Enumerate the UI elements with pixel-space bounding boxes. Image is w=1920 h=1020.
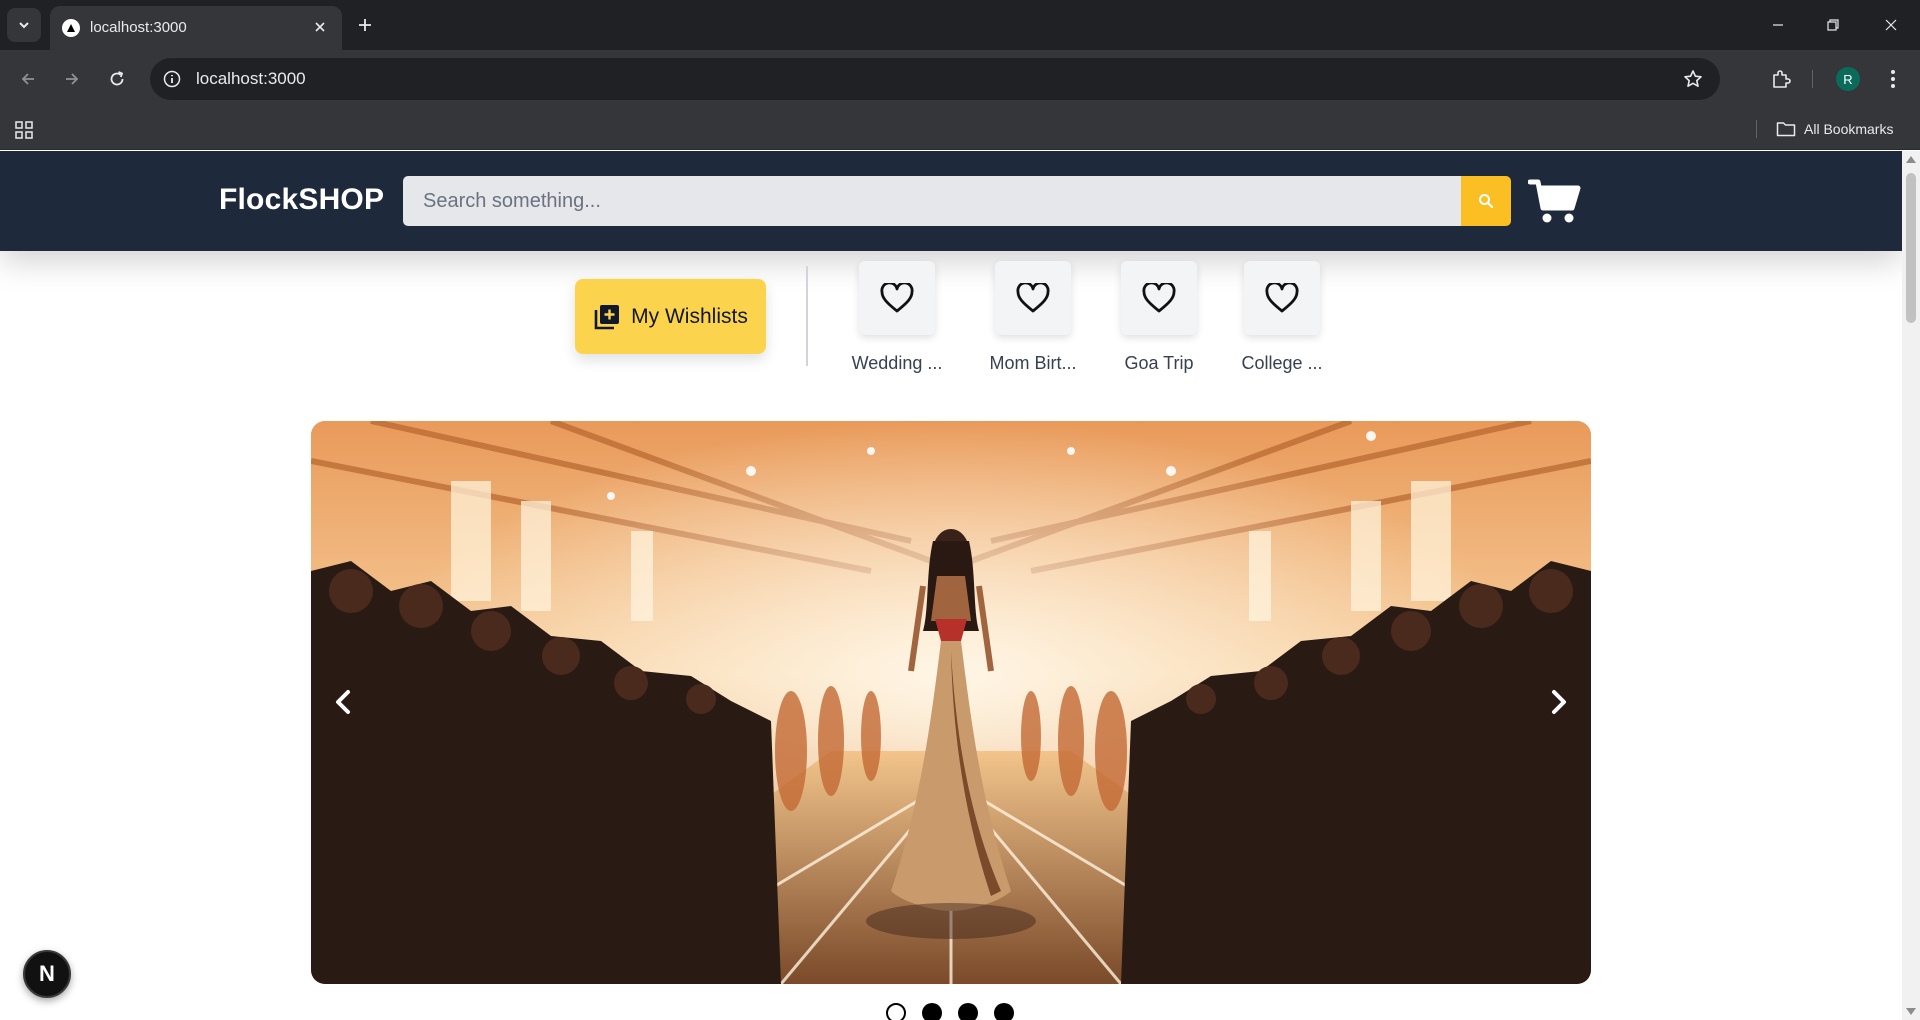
page-scrollbar[interactable]	[1902, 151, 1920, 1020]
all-bookmarks-button[interactable]: All Bookmarks	[1776, 116, 1893, 142]
wishlist-item[interactable]: College ...	[1222, 261, 1342, 373]
apps-grid-icon[interactable]	[12, 118, 36, 142]
nextjs-dev-badge[interactable]: N	[23, 950, 71, 998]
wishlist-card[interactable]	[859, 261, 935, 335]
page-viewport: FlockSHOP My Wishlists Wedding ...	[0, 151, 1902, 1020]
wishlist-item[interactable]: Goa Trip	[1099, 261, 1219, 373]
close-icon	[1885, 19, 1897, 31]
scrollbar-thumb[interactable]	[1906, 173, 1916, 323]
heart-icon	[1142, 283, 1176, 313]
heart-icon	[1265, 283, 1299, 313]
wishlist-label: Goa Trip	[1124, 353, 1194, 373]
bookmarks-separator	[1756, 120, 1757, 138]
library-add-icon	[594, 304, 620, 329]
new-tab-button[interactable]	[352, 12, 378, 38]
search-icon	[1479, 194, 1494, 209]
puzzle-icon	[1773, 70, 1791, 88]
wishlist-card[interactable]	[1244, 261, 1320, 335]
carousel-dot[interactable]	[922, 1003, 942, 1020]
extensions-button[interactable]	[1765, 63, 1797, 95]
search-button[interactable]	[1461, 176, 1511, 226]
carousel-indicators	[886, 1003, 1014, 1020]
info-icon[interactable]	[162, 69, 182, 89]
wishlist-label: Mom Birt...	[989, 353, 1077, 373]
carousel-dot[interactable]	[958, 1003, 978, 1020]
kebab-menu-icon	[1891, 70, 1895, 88]
reload-button[interactable]	[101, 63, 133, 95]
close-icon[interactable]	[310, 17, 330, 37]
profile-avatar[interactable]: R	[1836, 67, 1860, 91]
address-text: localhost:3000	[196, 69, 306, 88]
chevron-left-icon	[336, 690, 350, 714]
scroll-down-arrow[interactable]	[1906, 1008, 1916, 1015]
bookmarks-bar: All Bookmarks	[0, 108, 1920, 150]
wishlist-divider	[806, 266, 808, 366]
chevron-down-icon	[19, 22, 29, 29]
wishlist-label: College ...	[1241, 353, 1323, 373]
my-wishlists-button[interactable]: My Wishlists	[575, 279, 766, 354]
browser-tab[interactable]: localhost:3000	[50, 6, 342, 50]
all-bookmarks-label: All Bookmarks	[1804, 121, 1894, 137]
toolbar-separator	[1812, 70, 1813, 88]
wishlist-label: Wedding ...	[851, 353, 943, 373]
address-bar[interactable]: localhost:3000	[150, 58, 1720, 100]
my-wishlists-label: My Wishlists	[631, 304, 748, 328]
minimize-button[interactable]	[1763, 10, 1793, 40]
tab-search-button[interactable]	[7, 8, 41, 42]
runway-illustration	[311, 421, 1591, 984]
site-header: FlockSHOP	[0, 151, 1902, 251]
browser-tab-bar: localhost:3000	[0, 0, 1920, 50]
chevron-right-icon	[1552, 690, 1566, 714]
heart-icon	[1016, 283, 1050, 313]
back-button[interactable]	[12, 63, 44, 95]
bookmark-star-icon[interactable]	[1682, 68, 1704, 90]
restore-icon	[1827, 19, 1839, 31]
folder-icon	[1776, 122, 1796, 137]
minimize-icon	[1773, 24, 1783, 26]
favicon-icon	[62, 19, 80, 37]
carousel-dot[interactable]	[886, 1003, 906, 1020]
arrow-right-icon	[66, 73, 79, 85]
wishlist-card[interactable]	[995, 261, 1071, 335]
menu-button[interactable]	[1877, 63, 1909, 95]
carousel-prev-button[interactable]	[323, 679, 363, 725]
browser-toolbar: localhost:3000 R	[0, 50, 1920, 108]
cart-button[interactable]	[1528, 175, 1582, 227]
carousel-next-button[interactable]	[1539, 679, 1579, 725]
wishlist-item[interactable]: Wedding ...	[837, 261, 957, 373]
brand-logo[interactable]: FlockSHOP	[219, 183, 384, 217]
close-window-button[interactable]	[1876, 10, 1906, 40]
hero-carousel[interactable]	[311, 421, 1591, 984]
carousel-dot[interactable]	[994, 1003, 1014, 1020]
tab-title: localhost:3000	[90, 19, 187, 36]
wishlist-card[interactable]	[1121, 261, 1197, 335]
arrow-left-icon	[21, 73, 34, 85]
search-input[interactable]	[403, 176, 1461, 226]
reload-icon	[110, 71, 124, 86]
wishlist-item[interactable]: Mom Birt...	[973, 261, 1093, 373]
scroll-up-arrow[interactable]	[1906, 156, 1916, 163]
plus-icon	[359, 19, 371, 31]
restore-button[interactable]	[1818, 10, 1848, 40]
shopping-cart-icon	[1528, 179, 1581, 223]
heart-icon	[880, 283, 914, 313]
forward-button[interactable]	[56, 63, 88, 95]
